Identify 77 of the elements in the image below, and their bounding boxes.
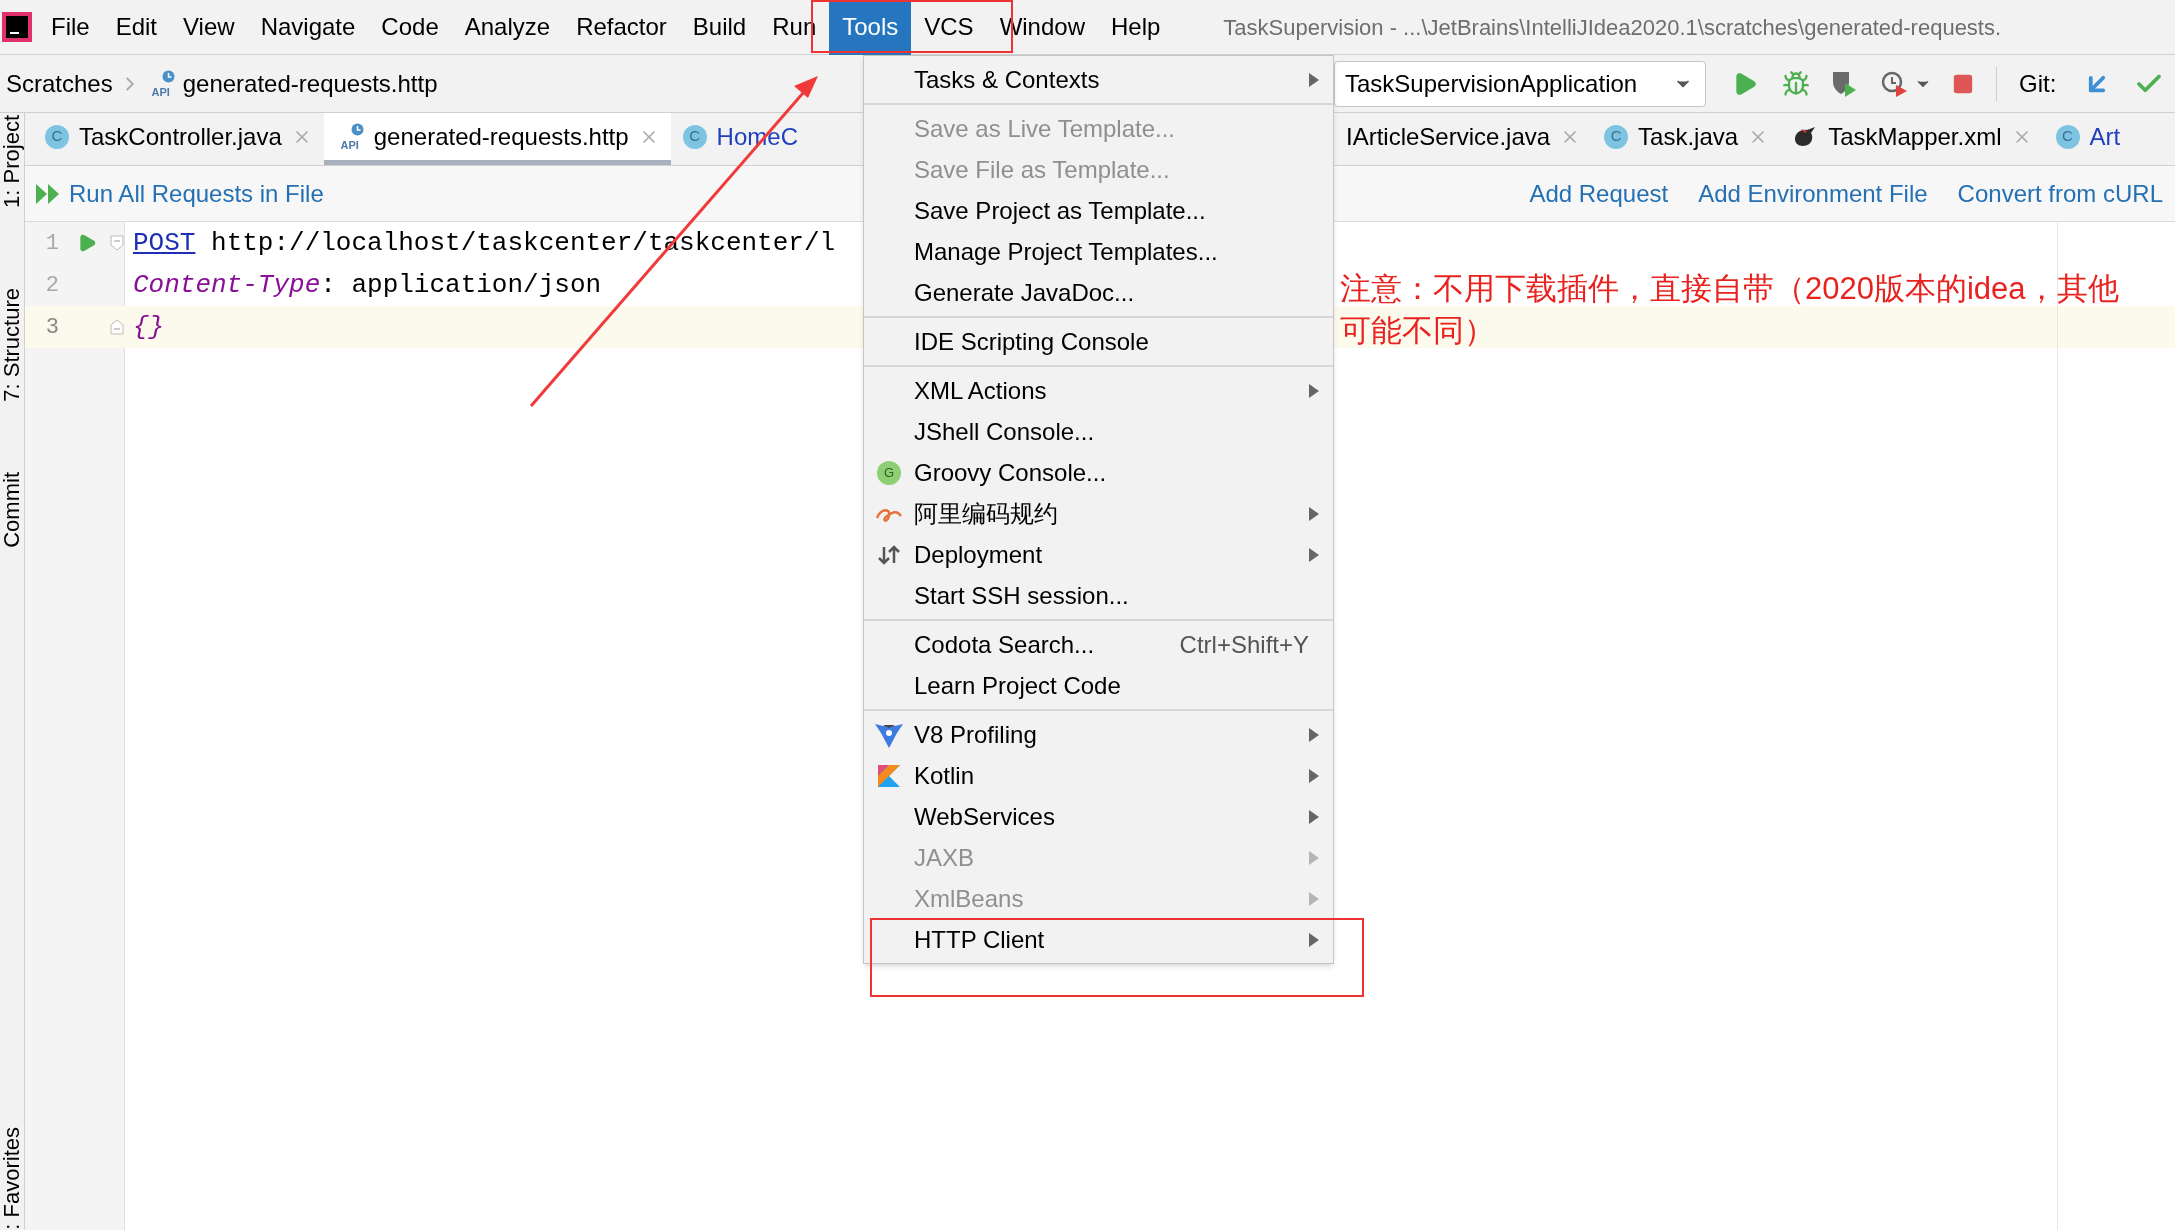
submenu-arrow-icon — [1309, 891, 1319, 906]
menu-entry[interactable]: Learn Project Code — [864, 665, 1333, 706]
menu-item[interactable]: File — [38, 0, 103, 55]
menu-entry[interactable]: WebServices — [864, 796, 1333, 837]
git-label: Git: — [2019, 68, 2057, 99]
editor-tab[interactable]: IArticleService.java — [1334, 113, 1593, 165]
code-line: {} — [133, 310, 165, 344]
line-number: 2 — [44, 271, 60, 300]
tool-window-button[interactable]: 7: Structure — [1, 287, 23, 402]
submenu-arrow-icon — [1309, 72, 1319, 87]
stop-icon[interactable] — [1952, 72, 1974, 95]
submenu-arrow-icon — [1309, 768, 1319, 783]
class-icon: C — [45, 124, 69, 149]
menu-entry[interactable]: Kotlin — [864, 755, 1333, 796]
submenu-arrow-icon — [1309, 506, 1319, 521]
toolbar-link[interactable]: Add Environment File — [1698, 175, 1928, 212]
menu-entry[interactable]: Manage Project Templates... — [864, 231, 1333, 272]
app-logo-icon — [2, 12, 32, 42]
menu-item[interactable]: View — [170, 0, 248, 55]
menu-entry[interactable]: V8 Profiling — [864, 714, 1333, 755]
submenu-arrow-icon — [1309, 809, 1319, 824]
menu-item[interactable]: Tools — [829, 0, 912, 55]
tool-window-button[interactable]: Commit — [1, 471, 23, 548]
groovy-icon: G — [877, 460, 901, 485]
tool-window-button[interactable]: 1: Project — [1, 115, 23, 208]
submenu-arrow-icon — [1309, 932, 1319, 947]
menu-item[interactable]: Refactor — [563, 0, 680, 55]
editor-tab[interactable]: C TaskController.java — [33, 113, 324, 165]
submenu-arrow-icon — [1309, 850, 1319, 865]
submenu-arrow-icon — [1309, 547, 1319, 562]
submenu-arrow-icon — [1309, 727, 1319, 742]
breadcrumb[interactable]: API generated-requests.http — [146, 65, 438, 102]
toolbar-link[interactable]: Add Request — [1529, 175, 1669, 212]
menu-entry[interactable]: Start SSH session... — [864, 575, 1333, 616]
run-configuration-dropdown[interactable]: TaskSupervisionApplication — [1334, 60, 1706, 107]
menu-entry[interactable]: Codota Search... Ctrl+Shift+Y — [864, 624, 1333, 665]
shortcut-label: Ctrl+Shift+Y — [1179, 629, 1309, 660]
menu-item[interactable]: VCS — [911, 0, 987, 55]
double-play-icon — [35, 182, 61, 205]
menu-item[interactable]: Code — [368, 0, 452, 55]
class-icon: C — [2055, 124, 2080, 149]
menu-entry[interactable]: Tasks & Contexts — [864, 59, 1333, 100]
debug-icon[interactable] — [1782, 69, 1810, 98]
editor-tab[interactable]: C Art — [2043, 113, 2133, 165]
editor-tab[interactable]: TaskMapper.xml — [1780, 113, 2044, 165]
fold-marker-icon[interactable] — [110, 235, 124, 251]
code-line: Content-Type: application/json — [133, 268, 602, 302]
menu-item[interactable]: Build — [679, 0, 760, 55]
menu-item[interactable]: Help — [1098, 0, 1174, 55]
menu-entry[interactable]: G Groovy Console... — [864, 452, 1333, 493]
run-request-icon[interactable] — [77, 233, 97, 253]
toolbar-link[interactable]: Convert from cURL — [1957, 175, 2163, 212]
line-number: 3 — [44, 313, 60, 342]
fold-marker-icon[interactable] — [110, 319, 124, 335]
menu-item[interactable]: Edit — [102, 0, 171, 55]
menu-entry[interactable]: Generate JavaDoc... — [864, 272, 1333, 313]
menu-item[interactable]: Navigate — [247, 0, 369, 55]
menu-item[interactable]: Analyze — [451, 0, 564, 55]
class-icon: C — [1604, 124, 1629, 149]
line-number: 1 — [44, 229, 60, 258]
menu-entry[interactable]: JShell Console... — [864, 411, 1333, 452]
window-title: TaskSupervision - ...\JetBrains\IntelliJIdea2020.1\scratches\generated-requests. — [1223, 13, 2002, 42]
class-icon: C — [682, 124, 707, 149]
menu-entry[interactable]: Save Project as Template... — [864, 190, 1333, 231]
submenu-arrow-icon — [1309, 383, 1319, 398]
menu-entry[interactable]: XML Actions — [864, 370, 1333, 411]
run-all-requests-button[interactable]: Run All Requests in File — [35, 175, 324, 212]
menu-entry[interactable]: Deployment — [864, 534, 1333, 575]
menu-entry[interactable]: HTTP Client — [864, 919, 1333, 960]
editor-tab[interactable]: API generated-requests.http — [323, 113, 671, 165]
menu-entry[interactable]: IDE Scripting Console — [864, 321, 1333, 362]
breadcrumb[interactable]: Scratches — [6, 65, 113, 102]
kotlin-icon — [878, 764, 900, 787]
menu-entry[interactable]: 阿里编码规约 — [864, 493, 1333, 534]
tool-window-button[interactable]: : Favorites — [1, 1127, 23, 1230]
note-text: 注意：不用下载插件，直接自带（2020版本的idea，其他 可能不同） — [1340, 270, 2119, 350]
editor-tab[interactable]: C Task.java — [1592, 113, 1781, 165]
